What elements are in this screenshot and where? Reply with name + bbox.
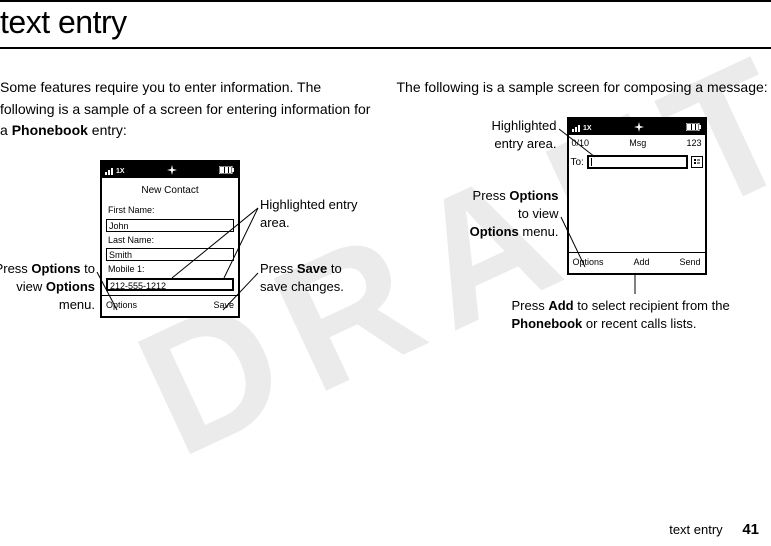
t: Options <box>509 188 558 203</box>
last-name-field[interactable]: Smith <box>106 248 234 261</box>
softkey-save[interactable]: Save <box>213 299 234 313</box>
t: Options <box>470 224 519 239</box>
signal-icon: 1X <box>105 165 125 175</box>
status-bar-2: 1X <box>569 119 705 135</box>
to-field[interactable] <box>587 155 688 169</box>
char-count: 0/10 <box>572 137 590 151</box>
msg-label: Msg <box>629 137 646 151</box>
t: menu. <box>519 224 559 239</box>
t: Press <box>0 261 31 276</box>
mobile-field[interactable]: 212-555-1212 <box>106 278 234 291</box>
status-bar: 1X <box>102 162 238 178</box>
signal-icon: 1X <box>572 122 592 132</box>
airplane-icon <box>167 165 177 175</box>
t: Phonebook <box>512 316 583 331</box>
softkey-add[interactable]: Add <box>633 256 649 270</box>
screen-title: New Contact <box>106 182 234 202</box>
contact-icon[interactable] <box>691 156 703 168</box>
t: menu. <box>59 297 95 312</box>
first-name-label: First Name: <box>108 204 234 218</box>
callout-highlight: Highlighted entry area. <box>260 196 360 232</box>
callout-options-2: Press Options to view Options menu. <box>459 187 559 242</box>
first-name-field[interactable]: John <box>106 219 234 232</box>
page-title: text entry <box>0 4 771 41</box>
t: Save <box>297 261 327 276</box>
intro-text-b: Phonebook <box>12 122 88 138</box>
t: Options <box>46 279 95 294</box>
softkey-options[interactable]: Options <box>106 299 137 313</box>
t: to select recipient from the <box>574 298 730 313</box>
t: Options <box>31 261 80 276</box>
t: Highlighted entry area. <box>491 118 556 151</box>
left-intro: Some features require you to enter infor… <box>0 77 375 142</box>
t: Highlighted entry area. <box>260 197 358 230</box>
airplane-icon <box>634 122 644 132</box>
last-name-label: Last Name: <box>108 234 234 248</box>
t: Press <box>473 188 510 203</box>
svg-text:1X: 1X <box>116 168 125 175</box>
battery-icon <box>219 166 235 174</box>
t: Add <box>548 298 573 313</box>
page-number: 41 <box>742 521 759 538</box>
message-body[interactable] <box>569 172 705 252</box>
t: to view <box>518 206 558 221</box>
to-label: To: <box>571 155 584 171</box>
footer: text entry 41 <box>669 521 759 538</box>
phone-new-contact: 1X New Contact First Name: John Las <box>100 160 240 318</box>
battery-icon <box>686 123 702 131</box>
callout-options: Press Options to view Options menu. <box>0 260 95 315</box>
callout-add: Press Add to select recipient from the P… <box>512 297 752 333</box>
softkey-send[interactable]: Send <box>679 256 700 270</box>
phone-compose-msg: 1X 0/10 Msg 123 <box>567 117 707 275</box>
softkey-options-2[interactable]: Options <box>573 256 604 270</box>
right-intro: The following is a sample screen for com… <box>397 77 771 99</box>
t: Press <box>512 298 549 313</box>
input-mode: 123 <box>686 137 701 151</box>
callout-highlight-2: Highlighted entry area. <box>475 117 557 153</box>
t: Press <box>260 261 297 276</box>
svg-text:1X: 1X <box>583 125 592 132</box>
callout-save: Press Save to save changes. <box>260 260 370 296</box>
footer-title: text entry <box>669 522 722 537</box>
t: or recent calls lists. <box>582 316 696 331</box>
msg-info-bar: 0/10 Msg 123 <box>569 135 705 153</box>
mobile-label: Mobile 1: <box>108 263 234 277</box>
intro-text-c: entry: <box>88 122 127 138</box>
